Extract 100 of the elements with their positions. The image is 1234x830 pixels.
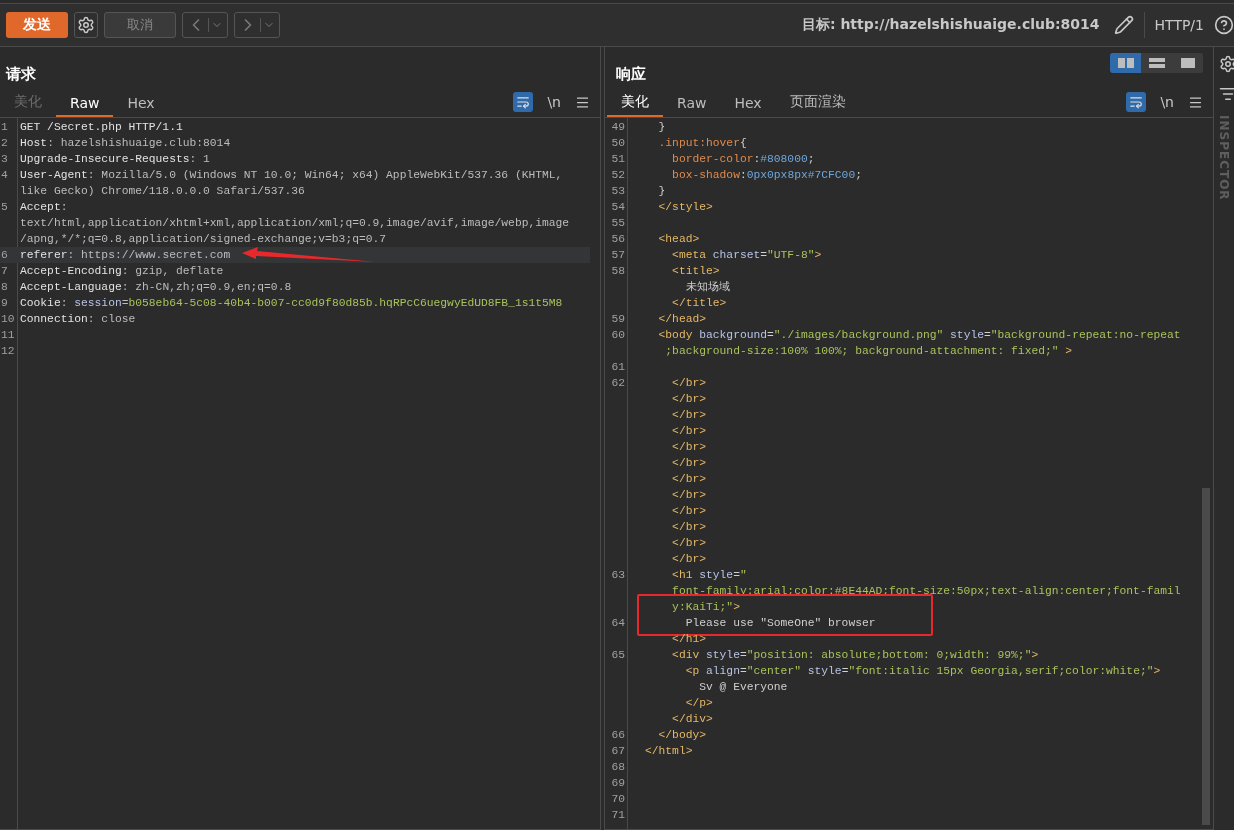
code-line: } bbox=[657, 184, 666, 199]
code-line: Accept: bbox=[20, 200, 68, 215]
menu-icon[interactable] bbox=[1188, 94, 1203, 110]
code-line: </br> bbox=[671, 392, 706, 407]
line-number: 71 bbox=[610, 808, 626, 823]
newline-toggle[interactable]: \n bbox=[547, 94, 561, 110]
tab[interactable]: 页面渲染 bbox=[775, 93, 860, 117]
line-number: 55 bbox=[610, 216, 626, 231]
line-number: 49 bbox=[610, 120, 626, 135]
code-line: </body> bbox=[657, 728, 706, 743]
line-number: 58 bbox=[610, 264, 626, 279]
code-line: like Gecko) Chrome/118.0.0.0 Safari/537.36 bbox=[20, 184, 305, 199]
line-number: 59 bbox=[610, 312, 626, 327]
code-line: Connection: close bbox=[20, 312, 136, 327]
line-number: 63 bbox=[610, 568, 626, 583]
line-number: 54 bbox=[610, 200, 626, 215]
columns-layout-icon bbox=[1117, 58, 1134, 68]
line-number: 8 bbox=[0, 280, 9, 295]
line-number: 62 bbox=[610, 376, 626, 391]
pane-title: 请求 bbox=[4, 65, 36, 85]
line-number: 69 bbox=[610, 776, 626, 791]
newline-toggle[interactable]: \n bbox=[1160, 94, 1174, 110]
wrap-button[interactable] bbox=[1126, 92, 1147, 112]
code-line: Upgrade-Insecure-Requests: 1 bbox=[20, 152, 210, 167]
tab[interactable]: Hex bbox=[113, 95, 169, 117]
code-line: </br> bbox=[671, 536, 706, 551]
code-line: </br> bbox=[671, 440, 706, 455]
line-number: 61 bbox=[610, 360, 626, 375]
line-number: 57 bbox=[610, 248, 626, 263]
code-line: y:KaiTi;"> bbox=[671, 600, 740, 615]
line-number: 56 bbox=[610, 232, 626, 247]
code-line: </br> bbox=[671, 456, 706, 471]
code-line: </br> bbox=[671, 424, 706, 439]
tab[interactable]: 美化 bbox=[607, 93, 663, 117]
code-line: <head> bbox=[657, 232, 700, 247]
settings-button[interactable] bbox=[74, 12, 98, 38]
code-line: </br> bbox=[671, 552, 706, 567]
line-number: 51 bbox=[610, 152, 626, 167]
line-number: 11 bbox=[0, 328, 16, 343]
line-number: 67 bbox=[610, 744, 626, 759]
edit-icon[interactable] bbox=[1113, 15, 1134, 35]
code-line: </br> bbox=[671, 520, 706, 535]
code-line: </br> bbox=[671, 376, 706, 391]
code-line: .input:hover{ bbox=[657, 136, 747, 151]
code-line: ;background-size:100% 100%; background-attachment: fixed;" > bbox=[664, 344, 1073, 359]
code-line: /apng,*/*;q=0.8,application/signed-exchange;v=b3;q=0.7 bbox=[20, 232, 387, 247]
code-line: </br> bbox=[671, 488, 706, 503]
single-layout-icon bbox=[1180, 58, 1195, 68]
settings-icon[interactable] bbox=[1219, 55, 1234, 73]
line-number: 12 bbox=[0, 344, 16, 359]
code-editor[interactable] bbox=[605, 118, 1213, 830]
rows-layout-icon bbox=[1148, 58, 1165, 68]
tab[interactable]: Hex bbox=[720, 95, 776, 117]
code-line: Sv @ Everyone bbox=[698, 680, 788, 695]
code-line: <title> bbox=[671, 264, 720, 279]
filter-icon[interactable] bbox=[1219, 85, 1234, 103]
code-line: Cookie: session=b058eb64-5c08-40b4-b007-cc0d9f80d85b.hqRPcC6uegwyEdUD8FB_1s1t5M8 bbox=[20, 296, 563, 311]
layout-toggle[interactable] bbox=[1110, 53, 1141, 73]
tab[interactable]: Raw bbox=[663, 95, 721, 117]
code-line: Host: hazelshishuaige.club:8014 bbox=[20, 136, 231, 151]
menu-icon[interactable] bbox=[575, 94, 590, 110]
code-line: font-family:arial;color:#8E44AD;font-size:50px;text-align:center;font-famil bbox=[671, 584, 1181, 599]
code-line: </br> bbox=[671, 504, 706, 519]
code-line: } bbox=[657, 120, 666, 135]
line-number: 5 bbox=[0, 200, 9, 215]
line-number: 9 bbox=[0, 296, 9, 311]
code-line: Please use "SomeOne" browser bbox=[684, 616, 876, 631]
line-number: 64 bbox=[610, 616, 626, 631]
scrollbar[interactable] bbox=[1202, 488, 1210, 825]
code-line: <div style="position: absolute;bottom: 0;width: 99%;"> bbox=[671, 648, 1039, 663]
code-line: <p align="center" style="font:italic 15px Georgia,serif;color:white;"> bbox=[684, 664, 1161, 679]
code-line: border-color:#808000; bbox=[671, 152, 815, 167]
code-line: </br> bbox=[671, 408, 706, 423]
code-line: </head> bbox=[657, 312, 706, 327]
code-line: </title> bbox=[671, 296, 727, 311]
code-line: Accept-Encoding: gzip, deflate bbox=[20, 264, 224, 279]
line-number: 53 bbox=[610, 184, 626, 199]
line-number: 4 bbox=[0, 168, 9, 183]
code-line: referer: https://www.secret.com bbox=[20, 248, 231, 263]
code-line: text/html,application/xhtml+xml,application/xml;q=0.9,image/avif,image/webp,image bbox=[20, 216, 570, 231]
code-line: User-Agent: Mozilla/5.0 (Windows NT 10.0; Win64; x64) AppleWebKit/537.36 (KHTML, bbox=[20, 168, 563, 183]
wrap-button[interactable] bbox=[513, 92, 534, 112]
code-editor[interactable] bbox=[0, 118, 600, 830]
line-number: 10 bbox=[0, 312, 16, 327]
protocol-label[interactable]: HTTP/1 bbox=[1154, 17, 1204, 33]
code-line: </div> bbox=[671, 712, 713, 727]
code-line: 未知场域 bbox=[684, 280, 730, 295]
tab[interactable]: Raw bbox=[56, 95, 114, 117]
line-number: 68 bbox=[610, 760, 626, 775]
help-icon[interactable] bbox=[1214, 15, 1234, 35]
code-line: <meta charset="UTF-8"> bbox=[671, 248, 822, 263]
line-number: 2 bbox=[0, 136, 9, 151]
pane-title: 响应 bbox=[615, 65, 646, 85]
code-line: </p> bbox=[684, 696, 713, 711]
target-url: 目标: http://hazelshishuaige.club:8014 bbox=[801, 16, 1100, 34]
code-line: <body background="./images/background.png" style="background-repeat:no-repeat bbox=[657, 328, 1181, 343]
code-line: Accept-Language: zh-CN,zh;q=0.9,en;q=0.8 bbox=[20, 280, 292, 295]
code-line: <h1 style=" bbox=[671, 568, 747, 583]
line-number: 60 bbox=[610, 328, 626, 343]
line-number: 65 bbox=[610, 648, 626, 663]
